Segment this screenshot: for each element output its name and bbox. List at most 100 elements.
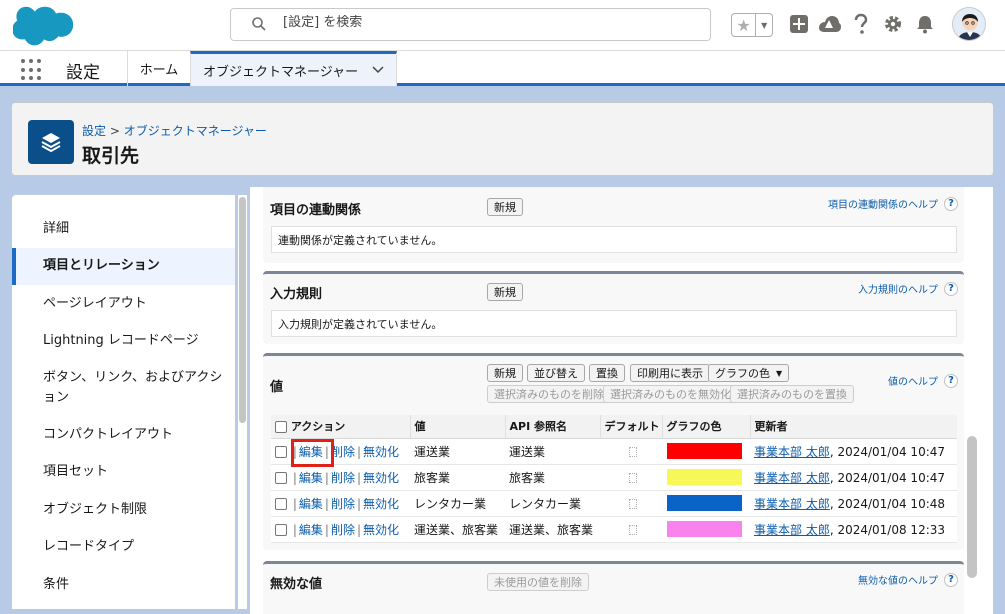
help-icon[interactable]: ?	[944, 196, 958, 211]
tab-home[interactable]: ホーム	[127, 51, 190, 86]
field-dependencies-help-link[interactable]: 項目の連動関係のヘルプ	[828, 196, 938, 211]
table-row: | 編集 | 削除 | 無効化 運送業 運送業 事業本部 太郎, 2024/01/04 1…	[271, 438, 957, 465]
sidebar-item-buttons-links-actions[interactable]: ボタン、リンク、およびアクション	[12, 360, 235, 416]
column-label: アクション	[290, 420, 346, 434]
action-separator: |	[324, 496, 329, 511]
sidebar-item-field-sets[interactable]: 項目セット	[12, 454, 235, 492]
edit-link[interactable]: 編集	[299, 471, 323, 485]
new-dependency-button[interactable]: 新規	[487, 198, 523, 216]
help-icon[interactable]: ?	[944, 373, 958, 388]
values-help: 値のヘルプ ?	[888, 373, 958, 388]
delete-link[interactable]: 削除	[331, 445, 355, 459]
chevron-down-icon[interactable]	[372, 63, 384, 78]
breadcrumb-object-manager-link[interactable]: オブジェクトマネージャー	[124, 124, 267, 138]
reorder-button[interactable]: 並び替え	[527, 364, 585, 382]
inactive-values-help: 無効な値のヘルプ ?	[858, 572, 958, 587]
sidebar-item-details[interactable]: 詳細	[12, 210, 235, 248]
trailhead-icon[interactable]	[816, 13, 842, 35]
tab-object-manager[interactable]: オブジェクトマネージャー	[190, 51, 397, 86]
modified-by-cell: 事業本部 太郎, 2024/01/08 12:33	[750, 516, 957, 543]
user-link[interactable]: 事業本部 太郎	[754, 445, 830, 459]
chart-color-cell	[662, 516, 750, 543]
default-cell	[600, 438, 662, 465]
breadcrumb-setup-link[interactable]: 設定	[82, 124, 106, 138]
action-separator: |	[356, 522, 361, 537]
delete-selected-button[interactable]: 選択済みのものを削除	[487, 385, 611, 403]
column-modified-by: 更新者	[750, 415, 957, 439]
validation-rules-section: 入力規則 新規 入力規則のヘルプ ? 入力規則が定義されていません。	[263, 271, 964, 344]
table-header-row: アクション 値 API 参照名 デフォルト グラフの色 更新者	[271, 415, 957, 439]
validation-rules-help-link[interactable]: 入力規則のヘルプ	[858, 281, 938, 296]
sidebar-item-object-limits[interactable]: オブジェクト制限	[12, 491, 235, 529]
user-link[interactable]: 事業本部 太郎	[754, 471, 830, 485]
sidebar-item-fields-relationships[interactable]: 項目とリレーション	[12, 247, 235, 285]
sidebar-item-page-layouts[interactable]: ページレイアウト	[12, 285, 235, 323]
favorites-button[interactable]: ★ ▼	[731, 13, 773, 37]
table-row: | 編集 | 削除 | 無効化 旅客業 旅客業 事業本部 太郎, 2024/01/04 1…	[271, 464, 957, 491]
row-checkbox[interactable]	[275, 472, 287, 484]
help-icon[interactable]	[850, 13, 872, 35]
disable-link[interactable]: 無効化	[363, 497, 399, 511]
object-layers-icon	[28, 120, 74, 164]
delete-link[interactable]: 削除	[331, 471, 355, 485]
modified-by-cell: 事業本部 太郎, 2024/01/04 10:48	[750, 490, 957, 517]
row-checkbox[interactable]	[275, 446, 287, 458]
row-actions: | 編集 | 削除 | 無効化	[271, 438, 410, 465]
salesforce-logo[interactable]	[12, 5, 74, 50]
values-help-link[interactable]: 値のヘルプ	[888, 373, 938, 388]
sidebar-scrollbar-thumb[interactable]	[239, 197, 246, 423]
row-checkbox[interactable]	[275, 498, 287, 510]
default-checkbox-icon	[629, 446, 637, 457]
action-separator: |	[292, 444, 297, 459]
printable-view-button[interactable]: 印刷用に表示	[630, 364, 710, 382]
color-swatch	[667, 495, 742, 511]
global-search[interactable]	[230, 8, 711, 41]
disable-selected-button[interactable]: 選択済みのものを無効化	[603, 385, 738, 403]
sidebar-item-lightning-record-pages[interactable]: Lightning レコードページ	[12, 323, 235, 361]
replace-selected-button[interactable]: 選択済みのものを置換	[730, 385, 854, 403]
row-actions: | 編集 | 削除 | 無効化	[271, 516, 410, 543]
sidebar-item-record-types[interactable]: レコードタイプ	[12, 529, 235, 567]
select-all-checkbox[interactable]	[275, 421, 287, 434]
sidebar-item-label: コンパクトレイアウト	[43, 426, 174, 442]
help-icon[interactable]: ?	[944, 572, 958, 587]
page-title: 取引先	[82, 145, 140, 167]
add-icon[interactable]	[788, 13, 810, 35]
setup-gear-icon[interactable]	[882, 13, 904, 35]
sidebar-scrollbar[interactable]	[238, 195, 247, 609]
delete-link[interactable]: 削除	[331, 497, 355, 511]
help-icon[interactable]: ?	[944, 281, 958, 296]
sidebar-item-compact-layouts[interactable]: コンパクトレイアウト	[12, 416, 235, 454]
favorites-dropdown-icon[interactable]: ▼	[755, 14, 772, 36]
sidebar-item-label: 項目セット	[43, 464, 109, 480]
disable-link[interactable]: 無効化	[363, 445, 399, 459]
new-validation-rule-button[interactable]: 新規	[487, 283, 523, 301]
app-launcher-icon[interactable]	[21, 59, 43, 81]
star-icon[interactable]: ★	[732, 14, 755, 36]
new-value-button[interactable]: 新規	[487, 364, 523, 382]
avatar[interactable]	[952, 7, 986, 41]
picklist-values-section: 値 新規 並び替え 置換 印刷用に表示 グラフの色 ▼ 選択済みのものを削除 選…	[263, 353, 964, 550]
column-value: 値	[410, 415, 506, 439]
edit-link[interactable]: 編集	[299, 523, 323, 537]
tab-home-label: ホーム	[139, 63, 179, 78]
delete-link[interactable]: 削除	[331, 523, 355, 537]
chart-colors-dropdown[interactable]: グラフの色 ▼	[708, 364, 790, 382]
default-checkbox-icon	[629, 524, 637, 535]
user-link[interactable]: 事業本部 太郎	[754, 497, 830, 511]
replace-button[interactable]: 置換	[589, 364, 625, 382]
row-checkbox[interactable]	[275, 524, 287, 536]
user-link[interactable]: 事業本部 太郎	[754, 523, 830, 537]
inactive-values-help-link[interactable]: 無効な値のヘルプ	[858, 572, 938, 587]
sidebar-item-label: 詳細	[43, 220, 70, 236]
notification-bell-icon[interactable]	[914, 13, 936, 35]
field-dependencies-title: 項目の連動関係	[270, 203, 362, 218]
disable-link[interactable]: 無効化	[363, 471, 399, 485]
search-input[interactable]	[283, 15, 683, 30]
delete-unused-values-button[interactable]: 未使用の値を削除	[487, 573, 589, 591]
sidebar-item-conditions[interactable]: 条件	[12, 566, 235, 604]
edit-link[interactable]: 編集	[299, 497, 323, 511]
disable-link[interactable]: 無効化	[363, 523, 399, 537]
main-scrollbar-thumb[interactable]	[967, 436, 977, 578]
edit-link[interactable]: 編集	[299, 445, 323, 459]
